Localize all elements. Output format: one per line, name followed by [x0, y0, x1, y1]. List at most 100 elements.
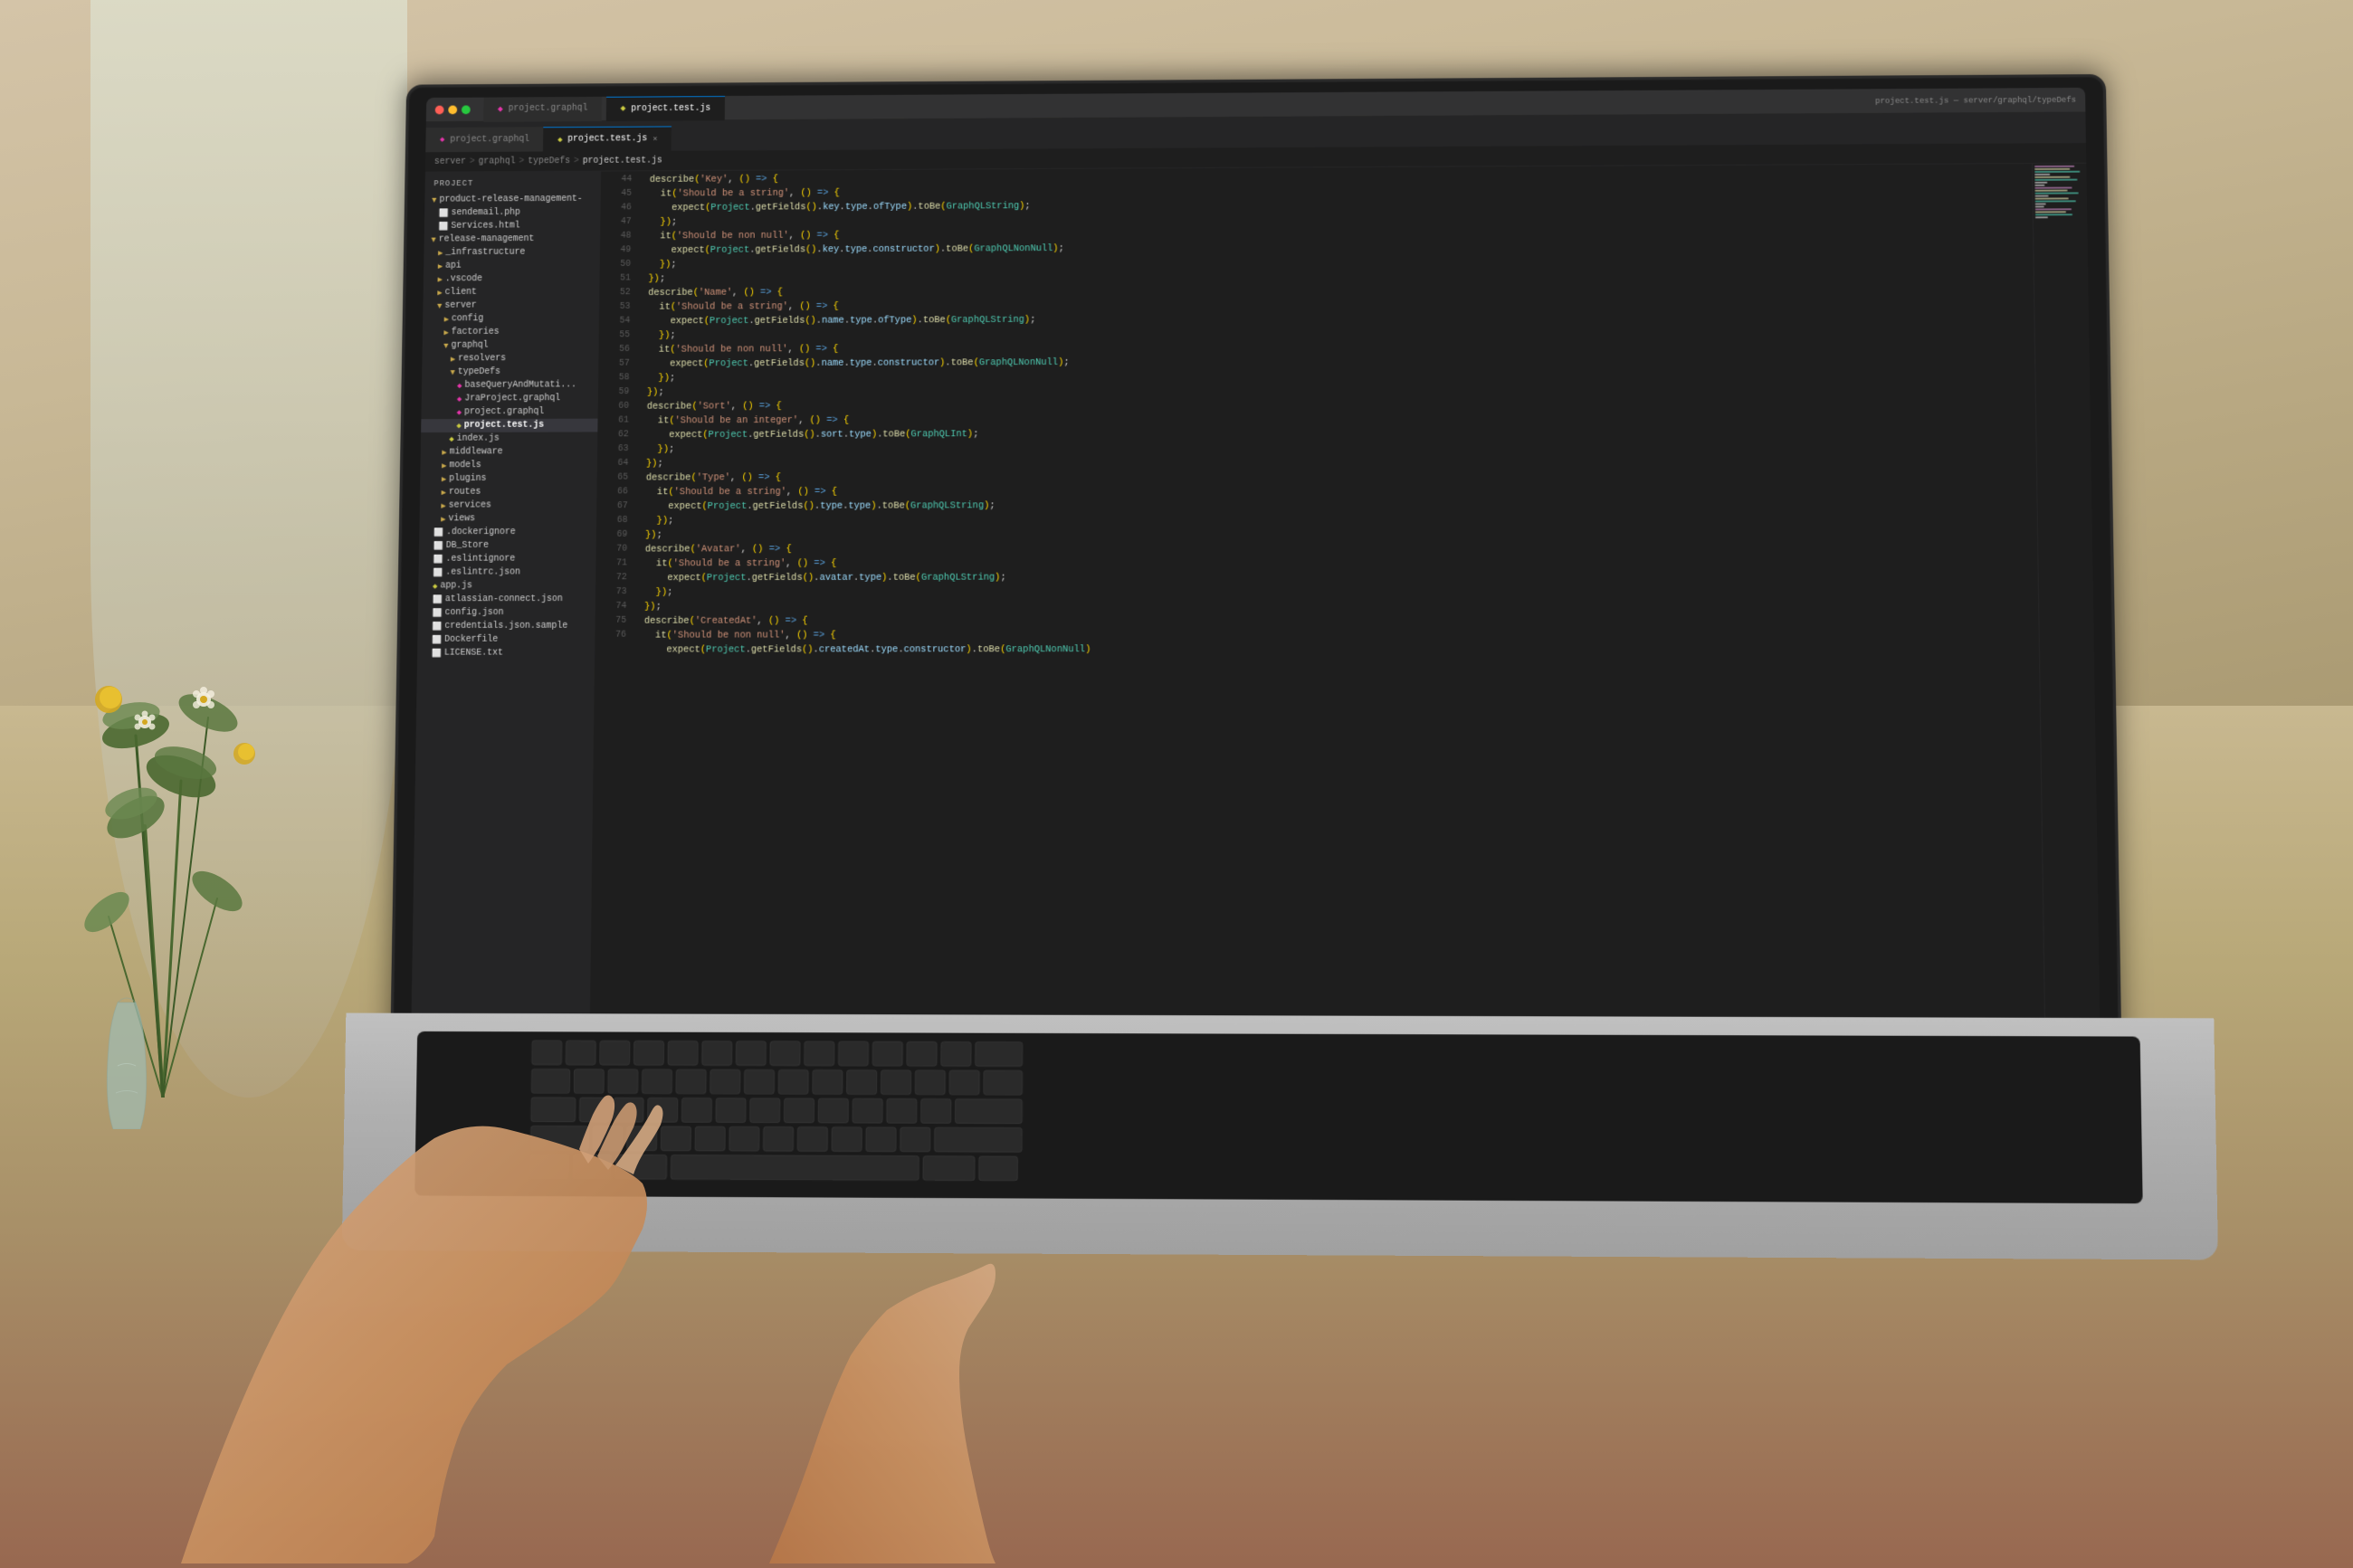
folder-factories[interactable]: ▶ factories: [423, 326, 599, 339]
file-credentials[interactable]: ⬜ credentials.json.sample: [417, 620, 595, 633]
folder-routes[interactable]: ▶ routes: [420, 486, 597, 499]
line-num: 48: [601, 230, 631, 244]
folder-plugins[interactable]: ▶ plugins: [420, 472, 597, 486]
folder-label: _infrastructure: [445, 248, 525, 258]
file-db-store[interactable]: ⬜ DB_Store: [419, 539, 596, 553]
folder-label: views: [448, 514, 475, 524]
minimap-line: [2034, 166, 2074, 167]
folder-icon: ▼: [437, 301, 442, 310]
file-eslintignore[interactable]: ⬜ .eslintignore: [419, 553, 596, 566]
editor-tab-project-graphql[interactable]: ◆ project.graphql: [425, 127, 543, 152]
close-tab-icon[interactable]: ×: [653, 135, 657, 144]
editor-main-body: PROJECT ▼ product-release-management- ⬜ …: [411, 164, 2100, 1024]
generic-icon: ⬜: [432, 649, 442, 658]
code-content[interactable]: describe('Key', () => { it('Should be a …: [629, 164, 2044, 1024]
folder-icon: ▼: [450, 368, 454, 377]
folder-icon: ▶: [451, 355, 455, 364]
folder-views[interactable]: ▶ views: [419, 512, 596, 526]
file-label: app.js: [440, 581, 472, 591]
folder-label: routes: [449, 488, 481, 498]
breadcrumb-segment-3: typeDefs: [528, 157, 570, 166]
folder-services[interactable]: ▶ services: [420, 499, 597, 512]
folder-label: plugins: [449, 474, 486, 484]
minimap-line: [2035, 205, 2044, 207]
file-dockerignore[interactable]: ⬜ .dockerignore: [419, 526, 596, 539]
folder-icon: ▶: [443, 328, 448, 337]
minimap-line: [2034, 176, 2070, 178]
close-button[interactable]: [435, 105, 444, 114]
file-eslintrc[interactable]: ⬜ .eslintrc.json: [418, 565, 595, 579]
folder-api[interactable]: ▶ api: [424, 259, 600, 273]
file-app-js[interactable]: ◆ app.js: [418, 579, 595, 593]
line-num: 61: [598, 414, 629, 429]
maximize-button[interactable]: [462, 105, 471, 114]
tab-project-graphql[interactable]: ◆ project.graphql: [483, 96, 602, 121]
folder-middleware[interactable]: ▶ middleware: [421, 445, 597, 459]
file-label: Dockerfile: [444, 635, 498, 645]
folder-label: models: [449, 461, 481, 470]
line-num: 65: [598, 471, 629, 486]
folder-release-mgmt[interactable]: ▼ release-management: [424, 233, 601, 247]
html-icon: ⬜: [438, 222, 448, 231]
folder-vscode[interactable]: ▶ .vscode: [424, 272, 600, 287]
vscode-editor: ◆ project.graphql ◆ project.test.js proj…: [411, 88, 2101, 1043]
line-num: 52: [600, 286, 631, 300]
line-num: 51: [600, 272, 631, 287]
minimap-line: [2035, 211, 2066, 213]
tab-label-active: project.test.js: [631, 103, 710, 113]
folder-resolvers[interactable]: ▶ resolvers: [422, 352, 598, 366]
minimap-line: [2035, 197, 2070, 199]
folder-typedefs[interactable]: ▼ typeDefs: [422, 366, 598, 379]
folder-infrastructure[interactable]: ▶ _infrastructure: [424, 245, 600, 260]
graphql-icon: ◆: [457, 394, 462, 404]
file-index-js[interactable]: ◆ index.js: [421, 432, 597, 445]
file-label: project.graphql: [464, 407, 544, 417]
json-icon: ⬜: [433, 568, 443, 577]
folder-models[interactable]: ▶ models: [420, 459, 597, 472]
file-services-html[interactable]: ⬜ Services.html: [424, 219, 601, 233]
file-dockerfile[interactable]: ⬜ Dockerfile: [417, 633, 595, 647]
editor-tab-project-test[interactable]: ◆ project.test.js ×: [543, 126, 672, 151]
js-icon: ◆: [449, 434, 453, 443]
folder-graphql[interactable]: ▼ graphql: [423, 338, 599, 352]
breadcrumb-segment: server: [434, 157, 466, 167]
folder-label: resolvers: [458, 354, 506, 364]
folder-label: typeDefs: [458, 367, 500, 377]
file-jra-project[interactable]: ◆ JraProject.graphql: [422, 392, 598, 405]
folder-client[interactable]: ▶ client: [424, 285, 600, 299]
folder-icon: ▼: [431, 235, 435, 244]
breadcrumb-sep-1: >: [470, 157, 475, 167]
minimap-line: [2035, 195, 2050, 197]
minimap-line: [2034, 179, 2077, 181]
folder-label: server: [444, 301, 476, 311]
minimap-line: [2035, 208, 2072, 210]
line-num: 56: [599, 343, 630, 357]
minimap-line: [2035, 214, 2073, 215]
file-license[interactable]: ⬜ LICENSE.txt: [417, 647, 595, 660]
window-title: project.test.js — server/graphql/typeDef…: [1875, 95, 2076, 105]
folder-icon: ▶: [444, 315, 449, 324]
generic-icon: ⬜: [433, 555, 443, 564]
tab-project-test-js[interactable]: ◆ project.test.js: [606, 96, 725, 121]
line-num: 66: [597, 485, 628, 499]
line-num: 71: [596, 556, 627, 571]
breadcrumb-file: project.test.js: [583, 157, 662, 166]
minimap-line: [2034, 171, 2080, 173]
line-num: 68: [597, 514, 628, 528]
file-project-test[interactable]: ◆ project.test.js: [421, 419, 597, 432]
line-num: 70: [597, 543, 628, 557]
file-project-graphql[interactable]: ◆ project.graphql: [421, 405, 597, 419]
folder-config[interactable]: ▶ config: [423, 312, 599, 326]
file-sendemail[interactable]: ⬜ sendemail.php: [424, 206, 601, 221]
breadcrumb-sep-3: >: [574, 157, 579, 166]
folder-label-services: services: [449, 501, 491, 511]
laptop-base: [342, 1013, 2218, 1260]
file-atlassian[interactable]: ⬜ atlassian-connect.json: [418, 593, 595, 606]
folder-product-release[interactable]: ▼ product-release-management-: [424, 193, 601, 207]
folder-server[interactable]: ▼ server: [423, 299, 599, 312]
file-config-json[interactable]: ⬜ config.json: [418, 606, 595, 620]
minimize-button[interactable]: [448, 105, 457, 114]
file-label: sendemail.php: [452, 208, 520, 218]
file-base-query[interactable]: ◆ baseQueryAndMutati...: [422, 378, 598, 392]
folder-label: api: [445, 261, 462, 271]
